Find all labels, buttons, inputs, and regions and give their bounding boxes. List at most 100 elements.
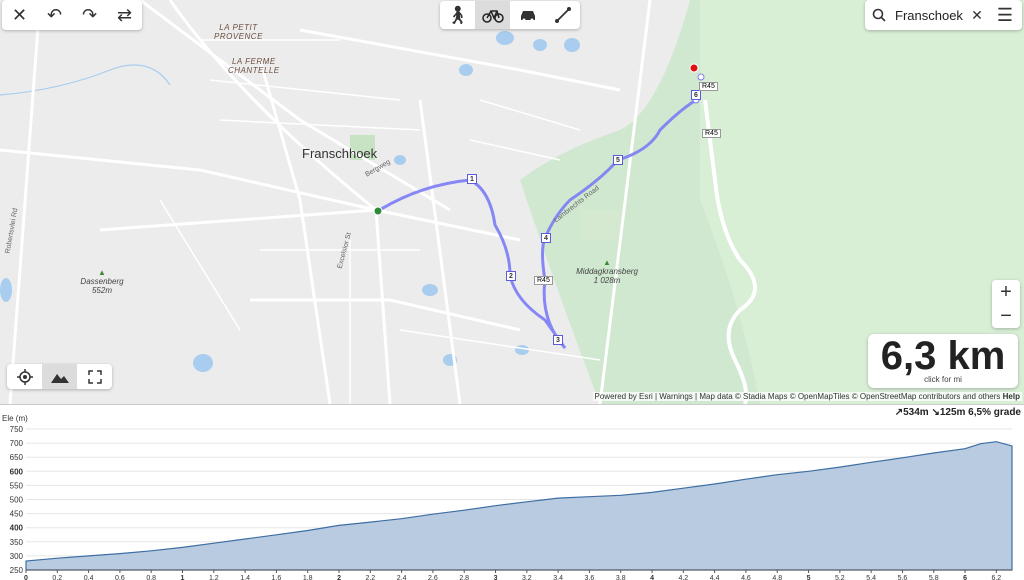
- x-tick-label: 4,4: [710, 575, 720, 580]
- waypoint-marker[interactable]: 4: [541, 233, 551, 243]
- x-tick-label: 1,8: [303, 575, 313, 580]
- x-tick-label: 2,2: [365, 575, 375, 580]
- clear-icon[interactable]: ✕: [966, 0, 988, 30]
- waypoint-marker[interactable]: 6: [691, 90, 701, 100]
- elevation-chart[interactable]: Ele (m)750700650600550500450400350300250…: [0, 405, 1024, 580]
- water: [496, 31, 514, 45]
- zoom-out-button[interactable]: −: [992, 304, 1020, 328]
- x-tick-label: 2,8: [459, 575, 469, 580]
- y-tick-label: 350: [10, 538, 24, 547]
- water: [533, 39, 547, 51]
- road-badge: R45: [534, 276, 553, 285]
- start-marker: [373, 206, 383, 216]
- route-point: [697, 73, 705, 81]
- locate-icon[interactable]: [7, 364, 42, 389]
- map-tools: [7, 364, 112, 389]
- x-tick-label: 5,4: [866, 575, 876, 580]
- y-axis-label: Ele (m): [2, 414, 28, 423]
- x-tick-label: 5,8: [929, 575, 939, 580]
- swap-icon[interactable]: ⇄: [107, 0, 142, 30]
- terrain-icon[interactable]: [42, 364, 77, 389]
- attribution-data-text: Map data © Stadia Maps © OpenMapTiles © …: [699, 392, 1001, 401]
- fullscreen-icon[interactable]: [77, 364, 112, 389]
- x-tick-label: 3,8: [616, 575, 626, 580]
- bicycle-icon[interactable]: [475, 1, 510, 29]
- y-tick-label: 300: [10, 552, 24, 561]
- elevation-profile-area: [25, 441, 1013, 571]
- attribution-esri-link[interactable]: Powered by Esri: [595, 392, 653, 401]
- road-badge: R45: [699, 82, 718, 91]
- x-tick-label: 0,2: [52, 575, 62, 580]
- x-tick-label: 1: [181, 575, 185, 580]
- waypoint-marker[interactable]: 1: [467, 174, 477, 184]
- y-tick-label: 750: [10, 425, 24, 434]
- x-tick-label: 4,8: [772, 575, 782, 580]
- x-tick-label: 1,2: [209, 575, 219, 580]
- x-tick-label: 4,2: [678, 575, 688, 580]
- elevation-panel: ↗534m ↘125m 6,5% grade Ele (m) 750 700 650 6…: [0, 404, 1024, 580]
- attribution: Powered by Esri | Warnings | Map data © …: [592, 392, 1022, 401]
- search-input[interactable]: Franschoek: [893, 8, 966, 23]
- distance-value: 6,3 km: [880, 334, 1006, 378]
- edit-toolbar: ✕ ↶ ↷ ⇄: [2, 0, 142, 30]
- town-label: Franschhoek: [302, 146, 378, 161]
- water: [459, 64, 473, 76]
- search-bar: Franschoek ✕ ☰: [865, 0, 1022, 30]
- x-tick-label: 1,6: [272, 575, 282, 580]
- x-tick-label: 3,4: [553, 575, 563, 580]
- walking-icon[interactable]: 🚶︎: [440, 1, 475, 29]
- y-tick-label: 400: [10, 524, 24, 533]
- water: [422, 284, 438, 296]
- x-tick-label: 6: [963, 575, 967, 580]
- y-tick-label: 500: [10, 496, 24, 505]
- x-tick-label: 5,6: [898, 575, 908, 580]
- road-badge: R45: [702, 129, 721, 138]
- water: [394, 155, 406, 165]
- x-tick-label: 1,4: [240, 575, 250, 580]
- x-tick-label: 0: [24, 575, 28, 580]
- y-tick-label: 650: [10, 453, 24, 462]
- place-label: LA FERME CHANTELLE: [228, 57, 280, 75]
- stream: [0, 64, 171, 96]
- x-tick-label: 2,6: [428, 575, 438, 580]
- peak-icon: ▲: [603, 258, 611, 267]
- redo-icon[interactable]: ↷: [72, 0, 107, 30]
- place-label: LA PETIT PROVENCE: [214, 23, 263, 41]
- x-tick-label: 0,4: [84, 575, 94, 580]
- zoom-in-button[interactable]: +: [992, 280, 1020, 304]
- x-tick-label: 3: [494, 575, 498, 580]
- x-tick-label: 3,2: [522, 575, 532, 580]
- close-icon[interactable]: ✕: [2, 0, 37, 30]
- search-icon[interactable]: [865, 0, 893, 30]
- map[interactable]: 1 2 3 4 5 6 LA PETIT PROVENCE LA FERME CHANTE…: [0, 0, 1024, 404]
- water: [515, 345, 529, 355]
- menu-icon[interactable]: ☰: [988, 0, 1022, 30]
- x-tick-label: 3,6: [585, 575, 595, 580]
- attribution-warnings-link[interactable]: Warnings: [659, 392, 693, 401]
- car-icon[interactable]: [510, 1, 545, 29]
- x-tick-label: 5,2: [835, 575, 845, 580]
- zoom-control: + −: [992, 280, 1020, 328]
- water: [0, 278, 12, 302]
- x-tick-label: 0,6: [115, 575, 125, 580]
- straight-line-icon[interactable]: [545, 1, 580, 29]
- y-tick-label: 250: [10, 566, 24, 575]
- waypoint-marker[interactable]: 5: [613, 155, 623, 165]
- peak-label: ▲ Dassenberg 552m: [72, 268, 132, 295]
- x-tick-label: 4,6: [741, 575, 751, 580]
- y-tick-label: 700: [10, 439, 24, 448]
- distance-display[interactable]: 6,3 km click for mi: [868, 334, 1018, 388]
- x-tick-label: 6,2: [991, 575, 1001, 580]
- attribution-help-link[interactable]: Help: [1003, 392, 1020, 401]
- y-tick-label: 550: [10, 481, 24, 490]
- waypoint-marker[interactable]: 3: [553, 335, 563, 345]
- end-marker: [689, 63, 699, 73]
- waypoint-marker[interactable]: 2: [506, 271, 516, 281]
- x-tick-label: 5: [807, 575, 811, 580]
- park-patch: [580, 210, 620, 240]
- x-tick-label: 0,8: [146, 575, 156, 580]
- x-tick-label: 4: [650, 575, 654, 580]
- x-tick-label: 2: [337, 575, 341, 580]
- undo-icon[interactable]: ↶: [37, 0, 72, 30]
- peak-label: ▲ Middagkransberg 1 028m: [572, 258, 642, 285]
